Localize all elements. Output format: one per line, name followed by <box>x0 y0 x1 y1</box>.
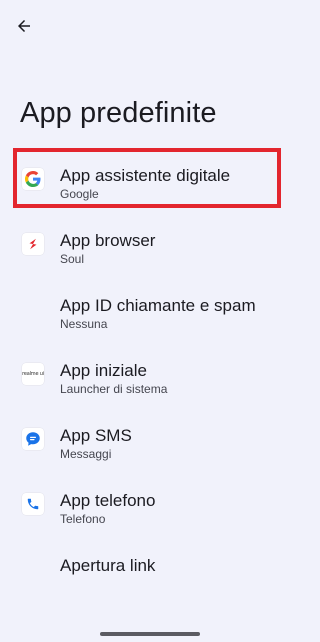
item-subtitle: Soul <box>60 252 85 266</box>
messages-icon <box>22 428 44 450</box>
default-apps-list: App assistente digitale Google App brows… <box>0 147 300 602</box>
list-item-opening-links[interactable]: Apertura link <box>0 537 300 602</box>
list-item-caller-id-spam[interactable]: App ID chiamante e spam Nessuna <box>0 277 300 342</box>
list-item-phone-app[interactable]: App telefono Telefono <box>0 472 300 537</box>
back-button[interactable] <box>10 12 38 40</box>
soul-browser-icon <box>22 233 44 255</box>
item-title: App telefono <box>60 491 156 510</box>
item-title: App assistente digitale <box>60 166 231 185</box>
item-title: App browser <box>60 231 156 250</box>
list-item-browser[interactable]: App browser Soul <box>0 212 300 277</box>
item-subtitle: Launcher di sistema <box>60 382 168 396</box>
item-subtitle: Telefono <box>60 512 106 526</box>
arrow-back-icon <box>18 20 30 32</box>
realme-logo-text: realme ui <box>22 371 44 377</box>
item-title: App SMS <box>60 426 132 445</box>
google-icon <box>22 168 44 190</box>
item-title: App iniziale <box>60 361 147 380</box>
item-subtitle: Google <box>60 187 99 201</box>
gesture-nav-handle[interactable] <box>100 632 200 636</box>
item-title: Apertura link <box>60 556 156 575</box>
item-title: App ID chiamante e spam <box>60 296 256 315</box>
realme-launcher-icon: realme ui <box>22 363 44 385</box>
page-title: App predefinite <box>20 97 217 129</box>
phone-icon <box>22 493 44 515</box>
item-subtitle: Messaggi <box>60 447 112 461</box>
default-apps-screen: App predefinite App assistente digitale … <box>0 0 300 642</box>
list-item-home-app[interactable]: realme ui App iniziale Launcher di siste… <box>0 342 300 407</box>
list-item-digital-assistant[interactable]: App assistente digitale Google <box>0 147 300 212</box>
list-item-sms-app[interactable]: App SMS Messaggi <box>0 407 300 472</box>
item-subtitle: Nessuna <box>60 317 108 331</box>
